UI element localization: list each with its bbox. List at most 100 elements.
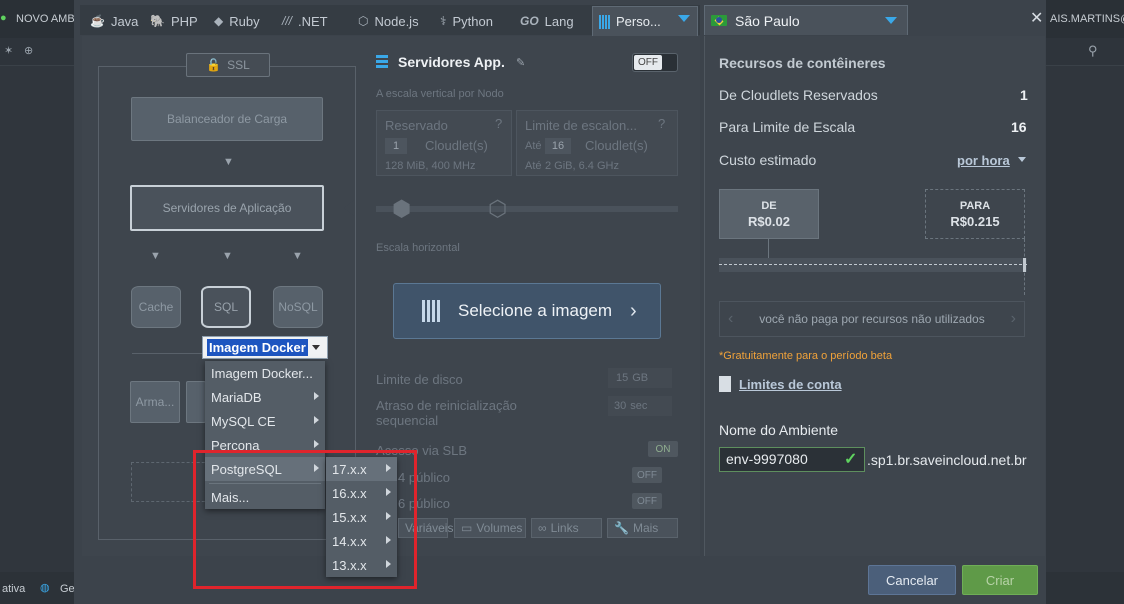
tab-go[interactable]: GO Lang	[520, 8, 574, 34]
button-label: Criar	[985, 572, 1015, 588]
menu-item-docker-image[interactable]: Imagem Docker...	[205, 361, 325, 385]
user-label[interactable]: AIS.MARTINS@	[1050, 13, 1124, 25]
tab-links[interactable]: ∞ Links	[531, 518, 602, 538]
tab-nodejs[interactable]: ⬡ Node.js	[358, 8, 419, 34]
search-icon[interactable]: ✶	[4, 44, 13, 57]
new-env-label[interactable]: NOVO AMBI	[16, 13, 78, 25]
ssl-toggle[interactable]: 🔓 SSL	[186, 53, 270, 77]
cancel-button[interactable]: Cancelar	[868, 565, 956, 595]
disk-limit-label: Limite de disco	[376, 372, 463, 387]
tab-php[interactable]: 🐘 PHP	[150, 8, 198, 34]
ipv6-toggle[interactable]: OFF	[632, 493, 662, 509]
menu-item-label: MySQL CE	[211, 413, 276, 429]
create-button[interactable]: Criar	[962, 565, 1038, 595]
link-icon: ∞	[538, 521, 547, 535]
tab-label: Lang	[544, 13, 574, 29]
go-icon: GO	[520, 14, 539, 28]
cloudlet-slider-track[interactable]	[376, 206, 678, 212]
region-label: São Paulo	[735, 12, 800, 29]
tab-more[interactable]: 🔧 Mais	[607, 518, 678, 538]
limit-stepper[interactable]: 16	[545, 138, 571, 154]
tab-ruby[interactable]: ◆ Ruby	[214, 8, 260, 34]
tab-label: Python	[452, 13, 493, 29]
menu-item-mariadb[interactable]: MariaDB	[205, 385, 325, 409]
search-icon-right[interactable]: ⚲	[1088, 43, 1098, 59]
chevron-right-icon	[314, 416, 319, 424]
disk-limit-input[interactable]: 15 GB	[608, 368, 672, 388]
cost-period-select[interactable]: por hora	[957, 153, 1010, 168]
app-server-toggle[interactable]: OFF	[632, 53, 678, 72]
resources-panel	[704, 36, 1045, 556]
lock-icon: 🔓	[206, 58, 222, 72]
limit-slider-handle[interactable]: ⬡	[488, 198, 507, 220]
database-type-select[interactable]: Imagem Docker	[202, 336, 328, 359]
vertical-scaling-label: A escala vertical por Nodo	[376, 88, 504, 100]
tab-label: PHP	[170, 13, 198, 29]
reserved-slider-handle[interactable]: ⬢	[392, 198, 411, 220]
unused-resources-notice: ‹ você não paga por recursos não utiliza…	[719, 301, 1025, 337]
from-label: DE	[761, 200, 777, 212]
toggle-label: OFF	[637, 469, 657, 481]
account-limits-link[interactable]: Limites de conta	[739, 377, 842, 392]
cache-node[interactable]: Cache	[131, 286, 181, 328]
stepper-value: 16	[551, 140, 565, 152]
tab-java[interactable]: ☕ Java	[90, 8, 138, 34]
tab-volumes[interactable]: ▭ Volumes	[454, 518, 526, 538]
add-icon[interactable]: ⊕	[24, 44, 33, 57]
document-icon	[719, 376, 731, 392]
app-server-node[interactable]: Servidores de Aplicação	[130, 185, 324, 231]
restart-delay-input[interactable]: 30 sec	[608, 396, 672, 416]
cost-range-line	[719, 264, 1027, 265]
input-unit: sec	[630, 400, 648, 412]
storage-node[interactable]: Arma...	[130, 381, 180, 423]
node-label: NoSQL	[278, 300, 318, 314]
sql-node[interactable]: SQL	[201, 286, 251, 328]
tab-dropdown-icon[interactable]	[678, 15, 690, 22]
tab-python[interactable]: ⚕ Python	[440, 8, 493, 34]
limit-info: 2 GiB, 6.4 GHz	[545, 160, 619, 172]
estimated-cost-label: Custo estimado	[719, 152, 817, 168]
chevron-down-icon	[311, 345, 320, 350]
highlight-box	[193, 450, 417, 589]
edit-icon[interactable]: ✎	[516, 56, 525, 69]
status-label: ativa	[2, 583, 26, 595]
region-selector[interactable]: São Paulo	[704, 5, 908, 35]
scaling-limit-label: Para Limite de Escala	[719, 119, 856, 135]
button-label: Selecione a imagem	[458, 301, 613, 320]
background-left-panel	[0, 66, 74, 604]
help-icon[interactable]: ?	[495, 116, 502, 131]
from-price: R$0.02	[748, 214, 790, 229]
chevron-down-icon	[885, 17, 897, 24]
nosql-node[interactable]: NoSQL	[273, 286, 323, 328]
tab-dotnet[interactable]: /// .NET	[282, 8, 328, 34]
dotnet-icon: ///	[282, 14, 293, 28]
toggle-label: OFF	[637, 495, 657, 507]
slb-toggle[interactable]: ON	[648, 441, 678, 457]
limit-info-prefix: Até	[525, 160, 542, 172]
add-env-icon: ●	[0, 12, 7, 24]
background-right-panel	[1046, 66, 1124, 604]
cost-range-track	[719, 258, 1027, 272]
docker-image-icon	[422, 300, 440, 322]
help-icon[interactable]: ?	[658, 116, 665, 131]
menu-item-mysql[interactable]: MySQL CE	[205, 409, 325, 433]
select-image-button[interactable]: Selecione a imagem ›	[393, 283, 661, 339]
ipv4-toggle[interactable]: OFF	[632, 467, 662, 483]
custom-docker-icon	[599, 14, 610, 29]
panel-pointer	[344, 200, 354, 216]
load-balancer-node[interactable]: Balanceador de Carga	[131, 97, 323, 141]
app-server-title: Servidores App.	[398, 54, 505, 70]
input-unit: GB	[632, 372, 649, 384]
volume-icon: ▭	[461, 521, 473, 535]
node-label: Balanceador de Carga	[166, 112, 288, 126]
scaling-limit-value: 16	[1011, 119, 1027, 135]
reserved-stepper[interactable]: 1	[385, 138, 407, 154]
reserved-cloudlets-value: 1	[1020, 87, 1028, 103]
arrow-down-icon: ▼	[292, 250, 303, 262]
to-label: PARA	[959, 200, 991, 212]
node-label: Cache	[138, 300, 174, 314]
tab-label: .NET	[298, 13, 328, 29]
extra-node[interactable]	[186, 381, 206, 423]
globe-icon: ◍	[40, 582, 50, 594]
close-icon[interactable]: ✕	[1030, 8, 1043, 28]
